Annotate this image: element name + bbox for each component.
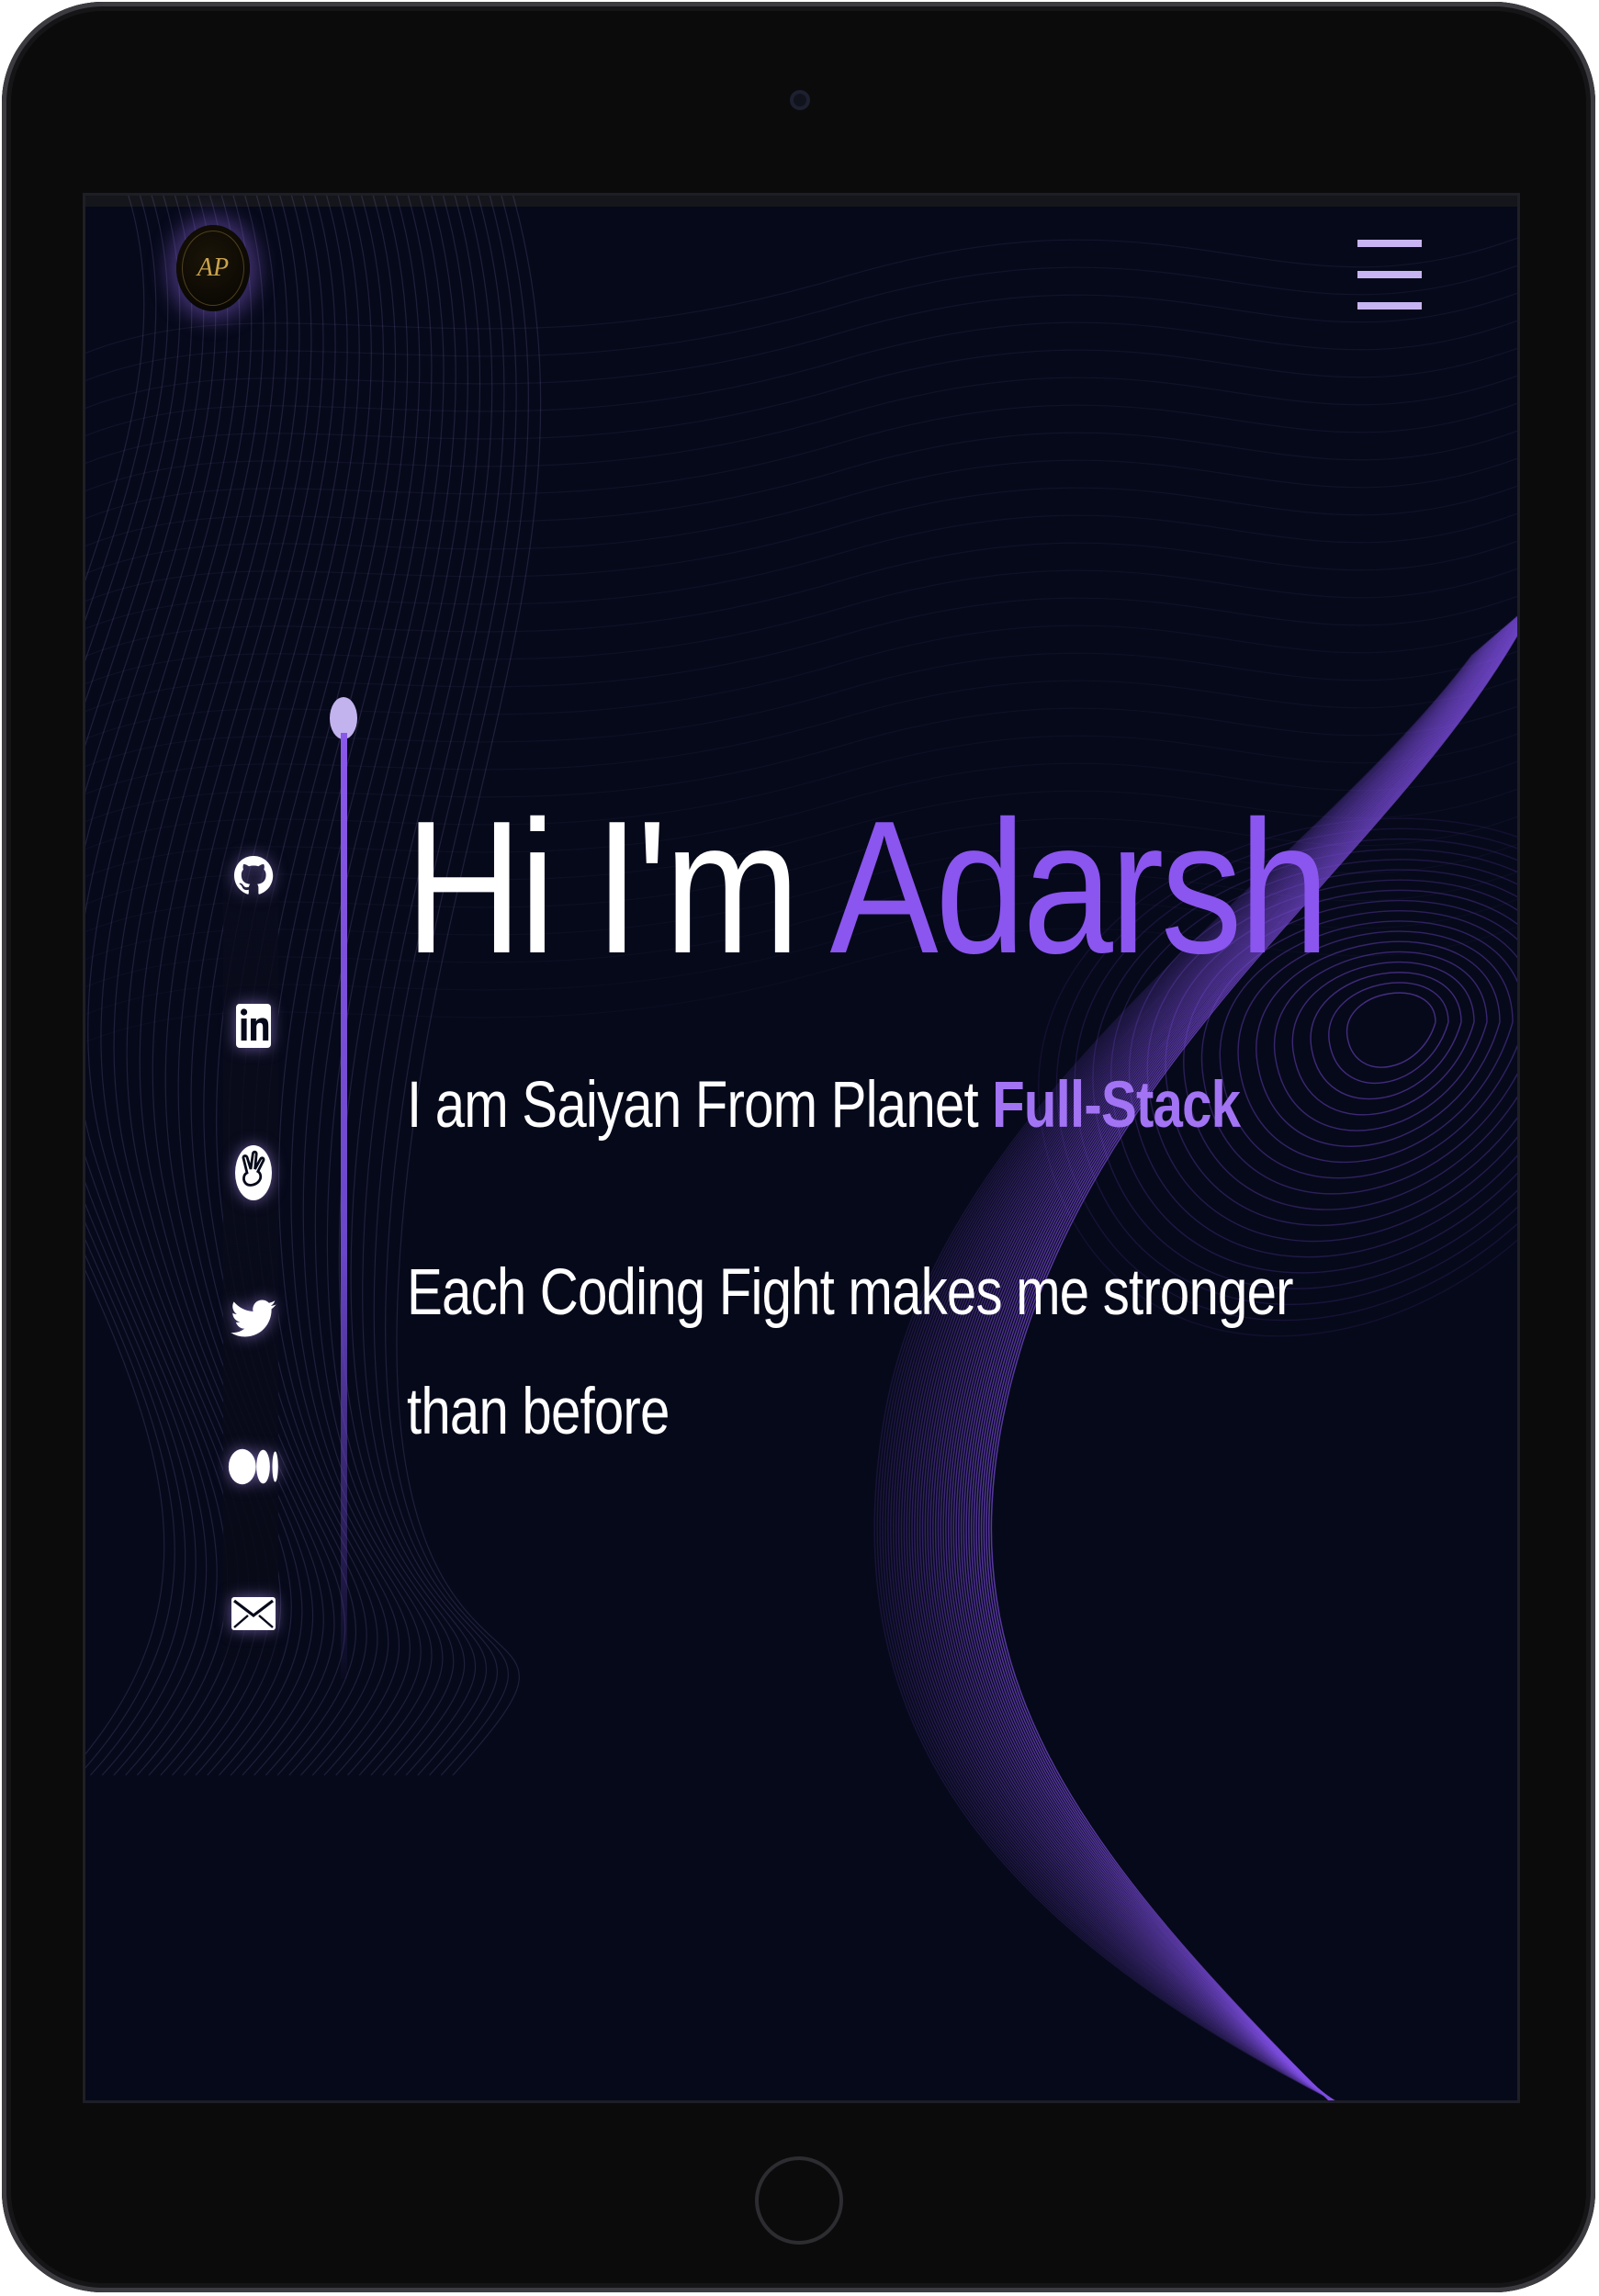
wave-line (85, 196, 239, 1776)
hero-title: Hi I'm Adarsh (405, 793, 1330, 982)
logo-ring (182, 231, 244, 306)
twitter-icon-glyph (231, 1300, 276, 1337)
medium-icon[interactable] (228, 1441, 279, 1492)
angellist-icon[interactable] (228, 1145, 279, 1200)
hamburger-menu-icon[interactable] (1357, 240, 1422, 313)
social-rail (223, 829, 278, 1693)
timeline-line (341, 733, 347, 1679)
github-icon-glyph (234, 856, 274, 895)
linkedin-icon-glyph (236, 1004, 271, 1048)
wave-line (85, 196, 229, 1776)
linkedin-icon[interactable] (228, 1000, 279, 1052)
menu-bar (1357, 271, 1422, 278)
mail-icon[interactable] (228, 1588, 279, 1639)
tagline-highlight: Full-Stack (992, 1069, 1241, 1142)
tagline-prefix: I am Saiyan From Planet (407, 1069, 993, 1142)
hero-tagline: I am Saiyan From Planet Full-Stack (407, 1068, 1241, 1142)
wave-line (278, 196, 421, 1776)
menu-bar (1357, 302, 1422, 310)
hero-motto: Each Coding Fight makes me stronger than… (407, 1256, 1294, 1448)
home-button[interactable] (755, 2156, 843, 2245)
medium-icon-glyph (228, 1448, 278, 1485)
wave-line (85, 196, 165, 1755)
wave-line (85, 196, 175, 1769)
wave-line (85, 196, 218, 1776)
hero-name: Adarsh (829, 782, 1330, 993)
wave-line (1310, 972, 1462, 1100)
site-logo[interactable]: AP (176, 225, 250, 311)
wave-line (1346, 992, 1436, 1068)
menu-bar (1357, 240, 1422, 247)
tablet-frame: AP Hi I'm Adarsh I am Saiyan From Planet… (2, 2, 1595, 2292)
angellist-icon-glyph (235, 1145, 272, 1200)
wave-background (85, 196, 1517, 2100)
screen: AP Hi I'm Adarsh I am Saiyan From Planet… (83, 193, 1520, 2103)
github-icon[interactable] (228, 853, 279, 905)
wave-line (85, 196, 186, 1776)
twitter-icon[interactable] (228, 1294, 279, 1345)
mail-icon-glyph (231, 1597, 276, 1630)
camera-dot (790, 90, 810, 110)
greeting-text: Hi I'm (405, 782, 830, 993)
